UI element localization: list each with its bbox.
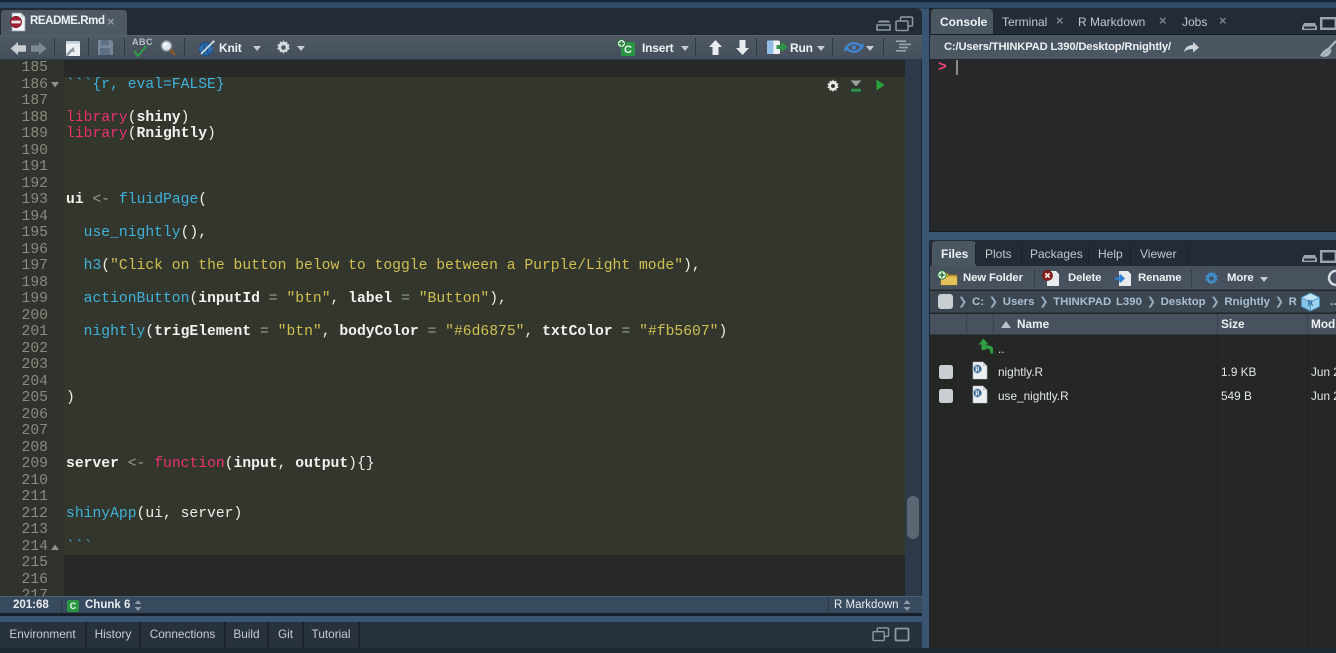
svg-text:R: R (975, 391, 980, 398)
svg-text:R: R (975, 367, 980, 374)
svg-text:R: R (1307, 298, 1314, 308)
